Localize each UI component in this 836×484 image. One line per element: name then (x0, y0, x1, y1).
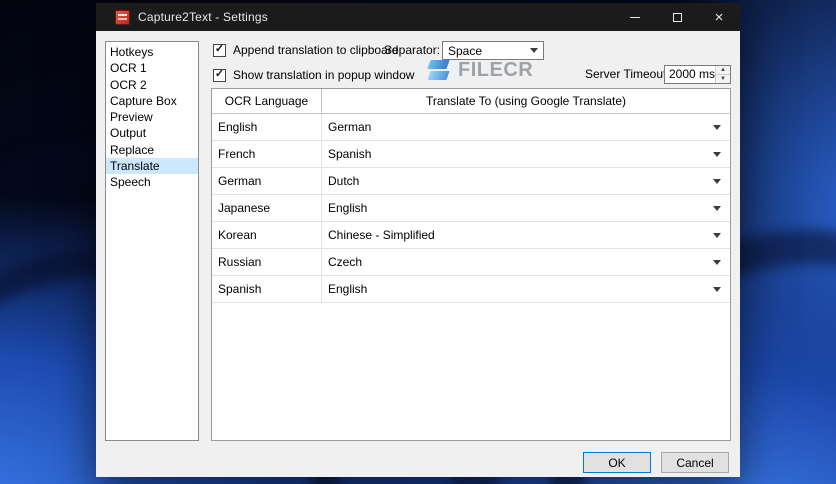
spin-up-button[interactable]: ▲ (716, 66, 730, 75)
maximize-icon (673, 13, 682, 22)
nav-item-preview[interactable]: Preview (106, 109, 198, 125)
source-language-cell: German (212, 168, 322, 194)
table-header: OCR Language Translate To (using Google … (212, 89, 730, 114)
nav-item-capture-box[interactable]: Capture Box (106, 93, 198, 109)
target-language-value: Chinese - Simplified (328, 228, 435, 242)
ok-button[interactable]: OK (583, 452, 651, 473)
nav-item-translate[interactable]: Translate (106, 158, 198, 174)
chevron-down-icon (713, 179, 721, 184)
append-clipboard-checkbox[interactable]: ✓ (213, 44, 226, 57)
settings-window: Capture2Text - Settings × Hotkeys OCR 1 … (96, 3, 740, 477)
target-language-value: Spanish (328, 147, 371, 161)
server-timeout-value: 2000 ms (665, 66, 715, 83)
target-language-dropdown[interactable]: English (322, 195, 730, 221)
close-button[interactable]: × (698, 3, 740, 31)
window-controls: × (614, 3, 740, 31)
desktop: Capture2Text - Settings × Hotkeys OCR 1 … (0, 0, 836, 484)
nav-item-replace[interactable]: Replace (106, 142, 198, 158)
settings-nav-list: Hotkeys OCR 1 OCR 2 Capture Box Preview … (105, 41, 199, 441)
chevron-down-icon (713, 287, 721, 292)
chevron-down-icon (713, 233, 721, 238)
maximize-button[interactable] (656, 3, 698, 31)
target-language-dropdown[interactable]: German (322, 114, 730, 140)
minimize-button[interactable] (614, 3, 656, 31)
source-language-cell: French (212, 141, 322, 167)
close-icon: × (715, 10, 724, 25)
table-row: Russian Czech (212, 249, 730, 276)
settings-body: Hotkeys OCR 1 OCR 2 Capture Box Preview … (96, 31, 740, 477)
popup-window-checkbox[interactable]: ✓ (213, 69, 226, 82)
nav-item-hotkeys[interactable]: Hotkeys (106, 44, 198, 60)
target-language-value: English (328, 201, 367, 215)
chevron-down-icon (530, 48, 538, 53)
window-title: Capture2Text - Settings (138, 10, 268, 24)
minimize-icon (630, 17, 640, 18)
chevron-down-icon (713, 152, 721, 157)
chevron-up-icon: ▲ (720, 67, 726, 73)
chevron-down-icon (713, 125, 721, 130)
nav-item-ocr-2[interactable]: OCR 2 (106, 77, 198, 93)
table-row: French Spanish (212, 141, 730, 168)
table-row: Spanish English (212, 276, 730, 303)
target-language-dropdown[interactable]: English (322, 276, 730, 302)
target-language-value: Czech (328, 255, 362, 269)
source-language-cell: Korean (212, 222, 322, 248)
target-language-dropdown[interactable]: Spanish (322, 141, 730, 167)
append-clipboard-field: ✓ Append translation to clipboard (213, 43, 398, 57)
target-language-value: English (328, 282, 367, 296)
checkmark-icon: ✓ (215, 44, 224, 55)
nav-item-output[interactable]: Output (106, 125, 198, 141)
source-language-cell: Russian (212, 249, 322, 275)
table-row: Japanese English (212, 195, 730, 222)
checkmark-icon: ✓ (215, 69, 224, 80)
chevron-down-icon: ▼ (720, 76, 726, 82)
source-language-cell: Japanese (212, 195, 322, 221)
nav-item-ocr-1[interactable]: OCR 1 (106, 60, 198, 76)
table-row: Korean Chinese - Simplified (212, 222, 730, 249)
table-row: English German (212, 114, 730, 141)
target-language-value: German (328, 120, 371, 134)
nav-item-speech[interactable]: Speech (106, 174, 198, 190)
append-clipboard-label: Append translation to clipboard (233, 43, 398, 57)
spin-down-button[interactable]: ▼ (716, 75, 730, 83)
chevron-down-icon (713, 206, 721, 211)
source-language-cell: Spanish (212, 276, 322, 302)
source-language-cell: English (212, 114, 322, 140)
spinner: ▲ ▼ (715, 66, 730, 83)
target-language-dropdown[interactable]: Chinese - Simplified (322, 222, 730, 248)
popup-window-field: ✓ Show translation in popup window (213, 68, 414, 82)
app-icon (115, 10, 130, 25)
table-row: German Dutch (212, 168, 730, 195)
titlebar: Capture2Text - Settings × (96, 3, 740, 31)
chevron-down-icon (713, 260, 721, 265)
target-language-value: Dutch (328, 174, 359, 188)
cancel-button[interactable]: Cancel (661, 452, 729, 473)
header-ocr-language: OCR Language (212, 89, 322, 113)
header-translate-to: Translate To (using Google Translate) (322, 89, 730, 113)
server-timeout-label: Server Timeout: (585, 65, 660, 84)
target-language-dropdown[interactable]: Czech (322, 249, 730, 275)
translation-table: OCR Language Translate To (using Google … (211, 88, 731, 441)
separator-dropdown[interactable]: Space (442, 41, 544, 60)
separator-value: Space (443, 44, 530, 58)
server-timeout-input[interactable]: 2000 ms ▲ ▼ (664, 65, 731, 84)
popup-window-label: Show translation in popup window (233, 68, 414, 82)
target-language-dropdown[interactable]: Dutch (322, 168, 730, 194)
separator-label: Separator: (384, 41, 436, 60)
